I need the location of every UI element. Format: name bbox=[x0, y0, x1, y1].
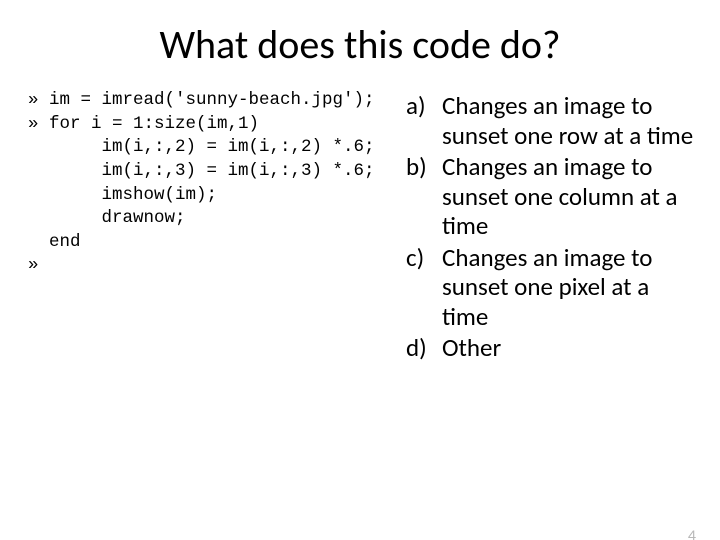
code-line: imshow(im); bbox=[28, 185, 217, 205]
answer-marker: a) bbox=[406, 91, 442, 150]
answer-option-b: b) Changes an image to sunset one column… bbox=[406, 152, 700, 241]
code-line: end bbox=[28, 232, 81, 252]
code-line: » bbox=[28, 255, 39, 275]
answer-option-d: d) Other bbox=[406, 333, 700, 363]
answer-marker: c) bbox=[406, 243, 442, 332]
answer-marker: b) bbox=[406, 152, 442, 241]
content-row: » im = imread('sunny-beach.jpg'); » for … bbox=[0, 89, 720, 365]
answer-marker: d) bbox=[406, 333, 442, 363]
answer-block: a) Changes an image to sunset one row at… bbox=[398, 89, 700, 365]
page-number: 4 bbox=[688, 527, 696, 540]
answer-list: a) Changes an image to sunset one row at… bbox=[406, 91, 700, 363]
code-line: » for i = 1:size(im,1) bbox=[28, 114, 259, 134]
answer-text: Other bbox=[442, 333, 700, 363]
code-line: im(i,:,3) = im(i,:,3) *.6; bbox=[28, 161, 375, 181]
code-line: drawnow; bbox=[28, 208, 186, 228]
slide-title: What does this code do? bbox=[0, 20, 720, 69]
code-block: » im = imread('sunny-beach.jpg'); » for … bbox=[28, 89, 398, 365]
slide: What does this code do? » im = imread('s… bbox=[0, 20, 720, 540]
code-line: » im = imread('sunny-beach.jpg'); bbox=[28, 90, 375, 110]
answer-text: Changes an image to sunset one pixel at … bbox=[442, 243, 700, 332]
answer-text: Changes an image to sunset one row at a … bbox=[442, 91, 700, 150]
answer-option-c: c) Changes an image to sunset one pixel … bbox=[406, 243, 700, 332]
answer-text: Changes an image to sunset one column at… bbox=[442, 152, 700, 241]
answer-option-a: a) Changes an image to sunset one row at… bbox=[406, 91, 700, 150]
code-line: im(i,:,2) = im(i,:,2) *.6; bbox=[28, 137, 375, 157]
